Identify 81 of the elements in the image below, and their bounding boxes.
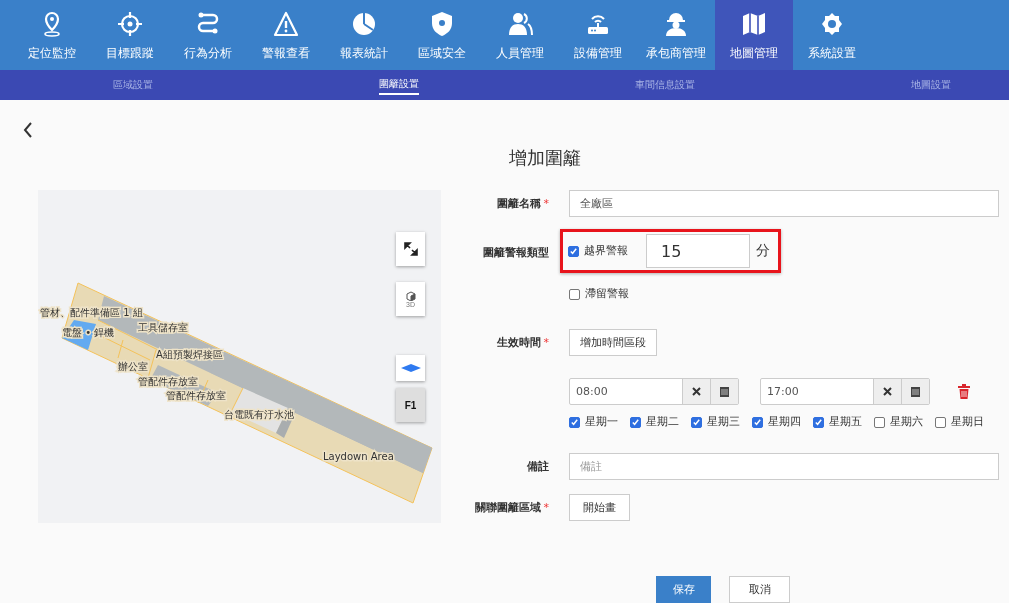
checkbox[interactable] [752, 416, 763, 428]
note-field[interactable]: 備註 [569, 453, 999, 480]
nav-tab[interactable]: 系統設置 [793, 0, 871, 70]
nav-tab[interactable]: 承包商管理 [637, 0, 715, 70]
nav-tab[interactable]: 目標跟蹤 [91, 0, 169, 70]
field-label: 圍籬警報類型 [483, 245, 549, 260]
map-label: 台電既有汙水池 [224, 409, 294, 420]
page-title: 增加圍籬 [507, 146, 582, 170]
subnav-tab[interactable]: 地圖設置 [911, 76, 951, 94]
checkbox-label: 星期三 [707, 415, 740, 429]
nav-tab[interactable]: 報表統計 [325, 0, 403, 70]
checkbox-label: 星期日 [951, 415, 984, 429]
time-input[interactable]: 08:00 [570, 379, 682, 404]
unit-label: 分 [756, 242, 770, 260]
calendar-icon [911, 386, 920, 397]
map-label: 電盤 • 銲機 [62, 327, 115, 338]
time-picker[interactable]: 17:00 [760, 378, 930, 405]
checkbox-label: 滯留警報 [585, 287, 629, 301]
time-input[interactable]: 17:00 [761, 379, 873, 404]
nav-tab[interactable]: 人員管理 [481, 0, 559, 70]
calendar-button[interactable] [901, 379, 929, 404]
map-label: 管配件存放室 [166, 390, 226, 401]
fullscreen-button[interactable] [396, 232, 425, 266]
nav-tab[interactable]: 行為分析 [169, 0, 247, 70]
clear-button[interactable] [682, 379, 710, 404]
nav-tab[interactable]: 區域安全 [403, 0, 481, 70]
map-label: A組預製焊接區 [156, 349, 223, 360]
nav-tab[interactable]: 地圖管理 [715, 0, 793, 70]
clear-icon [692, 387, 701, 396]
nav-tab[interactable]: 警報查看 [247, 0, 325, 70]
save-button[interactable]: 保存 [656, 576, 711, 603]
checkbox[interactable] [874, 416, 885, 428]
map-label: 辦公室 [118, 361, 148, 372]
checkbox-label: 星期五 [829, 415, 862, 429]
checkbox-label: 越界警報 [584, 244, 628, 258]
start-drawing-button[interactable]: 開始畫 [569, 494, 630, 521]
clear-icon [883, 387, 892, 396]
layer-button[interactable] [396, 355, 425, 381]
map-label: Laydown Area [323, 451, 394, 462]
cube-icon [405, 290, 416, 301]
required-mark: * [543, 501, 549, 514]
checkbox-label: 星期四 [768, 415, 801, 429]
checkbox[interactable] [569, 288, 580, 300]
required-mark: * [543, 197, 549, 210]
map-label: 管材、配件準備區 1 組 [40, 307, 143, 318]
field-label: 關聯圍籬區域 [474, 500, 541, 515]
map-label: 工具儲存室 [138, 322, 188, 333]
required-mark: * [543, 336, 549, 349]
delete-icon[interactable] [958, 384, 970, 399]
warning-icon [272, 9, 300, 38]
subnav-tab[interactable]: 車間信息設置 [635, 76, 695, 94]
checkbox[interactable] [568, 245, 579, 257]
map-label: 管配件存放室 [138, 376, 198, 387]
back-icon[interactable] [22, 122, 34, 138]
clear-button[interactable] [873, 379, 901, 404]
calendar-button[interactable] [710, 379, 738, 404]
field-label: 生效時間 [496, 335, 541, 350]
name-field[interactable]: 全廠區 [569, 190, 999, 217]
checkbox[interactable] [813, 416, 824, 428]
crosshair-icon [116, 9, 144, 38]
checkbox[interactable] [569, 416, 580, 428]
checkbox-label: 星期二 [646, 415, 679, 429]
minutes-field[interactable]: 15 [646, 234, 750, 268]
checkbox-label: 星期六 [890, 415, 923, 429]
field-label: 圍籬名稱 [496, 196, 541, 211]
floor-button[interactable]: F1 [396, 388, 425, 422]
time-picker[interactable]: 08:00 [569, 378, 739, 405]
subnav-tab[interactable]: 區域設置 [113, 76, 153, 94]
cancel-button[interactable]: 取消 [729, 576, 790, 603]
calendar-icon [720, 386, 729, 397]
subnav-tab[interactable]: 圍籬設置 [379, 75, 419, 95]
checkbox[interactable] [935, 416, 946, 428]
checkbox-label: 星期一 [585, 415, 618, 429]
checkbox[interactable] [691, 416, 702, 428]
add-period-button[interactable]: 增加時間區段 [569, 329, 657, 356]
nav-tab[interactable]: 定位監控 [13, 0, 91, 70]
field-label: 備註 [527, 459, 549, 474]
expand-icon [402, 241, 419, 257]
nav-tab[interactable]: 設備管理 [559, 0, 637, 70]
layer-icon [399, 363, 422, 373]
checkbox[interactable] [630, 416, 641, 428]
